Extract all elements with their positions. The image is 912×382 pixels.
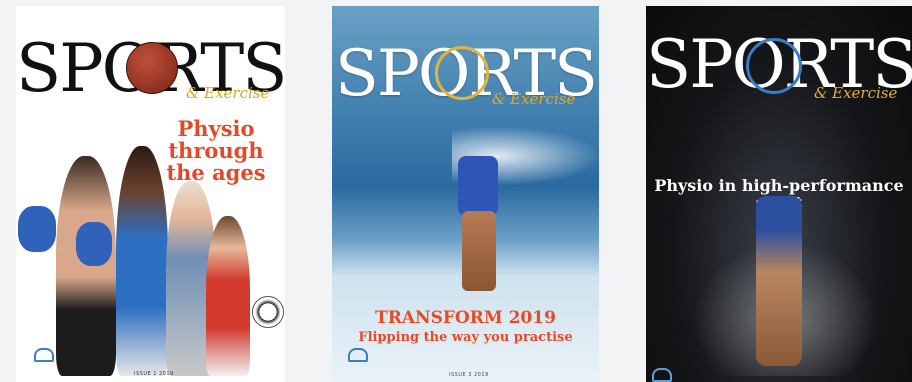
masthead-subtitle: & Exercise — [186, 84, 270, 102]
athlete-figure — [56, 156, 116, 376]
cover-headline: Physio through the ages — [166, 116, 266, 186]
swimmer-legs — [462, 211, 496, 291]
issue-label: ISSUE 1 2019 — [134, 371, 174, 377]
basketball-icon — [126, 42, 178, 94]
cover-headline: TRANSFORM 2019 — [375, 308, 556, 328]
gymnast-figure — [756, 196, 802, 366]
magazine-cover-2[interactable]: SPORTS & Exercise TRANSFORM 2019 Flippin… — [332, 6, 599, 382]
boxing-glove-icon — [76, 222, 112, 266]
magazine-cover-3[interactable]: SPORTS & Exercise Physio in high-perform… — [646, 6, 912, 382]
ring-icon — [746, 38, 802, 94]
cover-tagline: Flipping the way you practise — [358, 330, 573, 345]
masthead-subtitle: & Exercise — [492, 90, 576, 108]
boxing-glove-icon — [18, 206, 56, 252]
masthead-subtitle: & Exercise — [814, 84, 898, 102]
athlete-figure — [206, 216, 250, 376]
swimmer-figure — [458, 156, 498, 216]
ring-icon — [435, 46, 489, 100]
soccer-ball-icon — [252, 296, 284, 328]
apa-logo-icon — [348, 348, 368, 362]
issue-label: ISSUE 3 2019 — [449, 372, 489, 378]
apa-logo-icon — [652, 368, 672, 382]
magazine-cover-1[interactable]: SPORTS & Exercise Physio through the age… — [16, 6, 285, 382]
athlete-figure — [116, 146, 168, 376]
apa-logo-icon — [34, 348, 54, 362]
